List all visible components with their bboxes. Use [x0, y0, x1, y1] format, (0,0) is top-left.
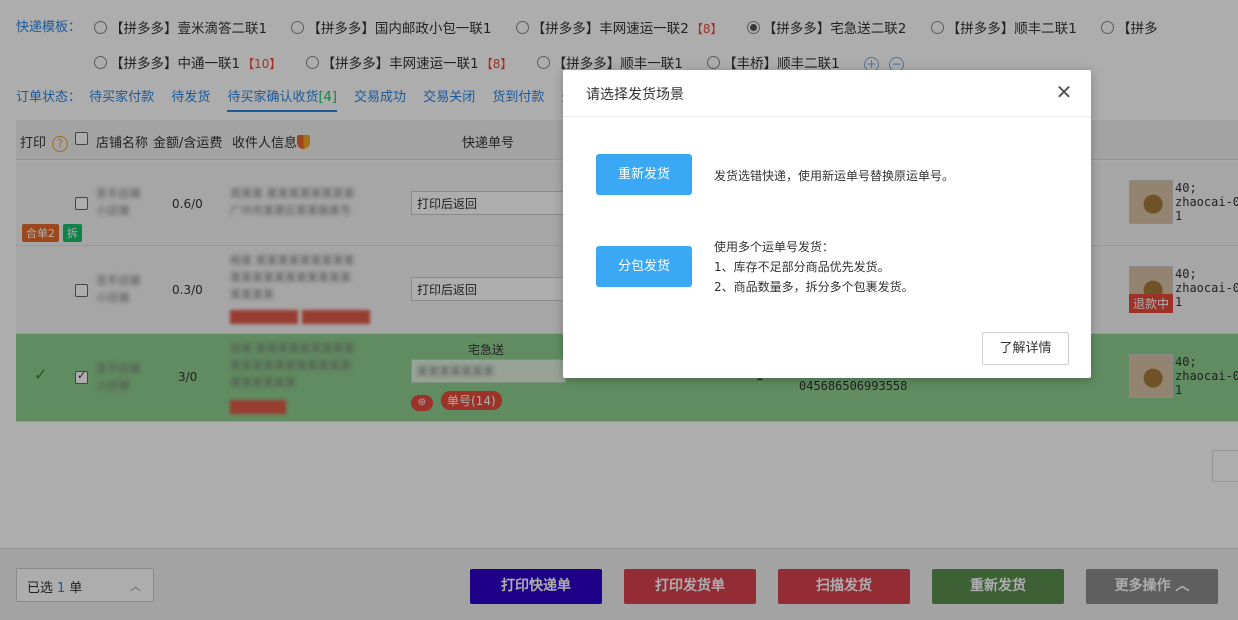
split-ship-desc-line: 1、库存不足部分商品优先发货。 [714, 260, 890, 274]
split-ship-desc-line: 2、商品数量多，拆分多个包裹发货。 [714, 280, 914, 294]
close-icon[interactable]: ✕ [1053, 81, 1075, 103]
split-ship-option-button[interactable]: 分包发货 [596, 246, 692, 287]
reship-desc-line: 发货选错快递，使用新运单号替换原运单号。 [714, 169, 955, 183]
dialog-title: 请选择发货场景 [586, 87, 684, 103]
reship-option-description: 发货选错快递，使用新运单号替换原运单号。 [714, 166, 954, 186]
split-ship-desc-line: 使用多个运单号发货： [714, 240, 835, 254]
dialog-header: 请选择发货场景 ✕ [563, 70, 1091, 117]
shipping-scenario-dialog: 请选择发货场景 ✕ 重新发货 发货选错快递，使用新运单号替换原运单号。 分包发货… [563, 70, 1091, 378]
learn-more-button[interactable]: 了解详情 [982, 332, 1069, 365]
split-ship-option-description: 使用多个运单号发货： 1、库存不足部分商品优先发货。 2、商品数量多，拆分多个包… [714, 237, 914, 297]
reship-option-button[interactable]: 重新发货 [596, 154, 692, 195]
